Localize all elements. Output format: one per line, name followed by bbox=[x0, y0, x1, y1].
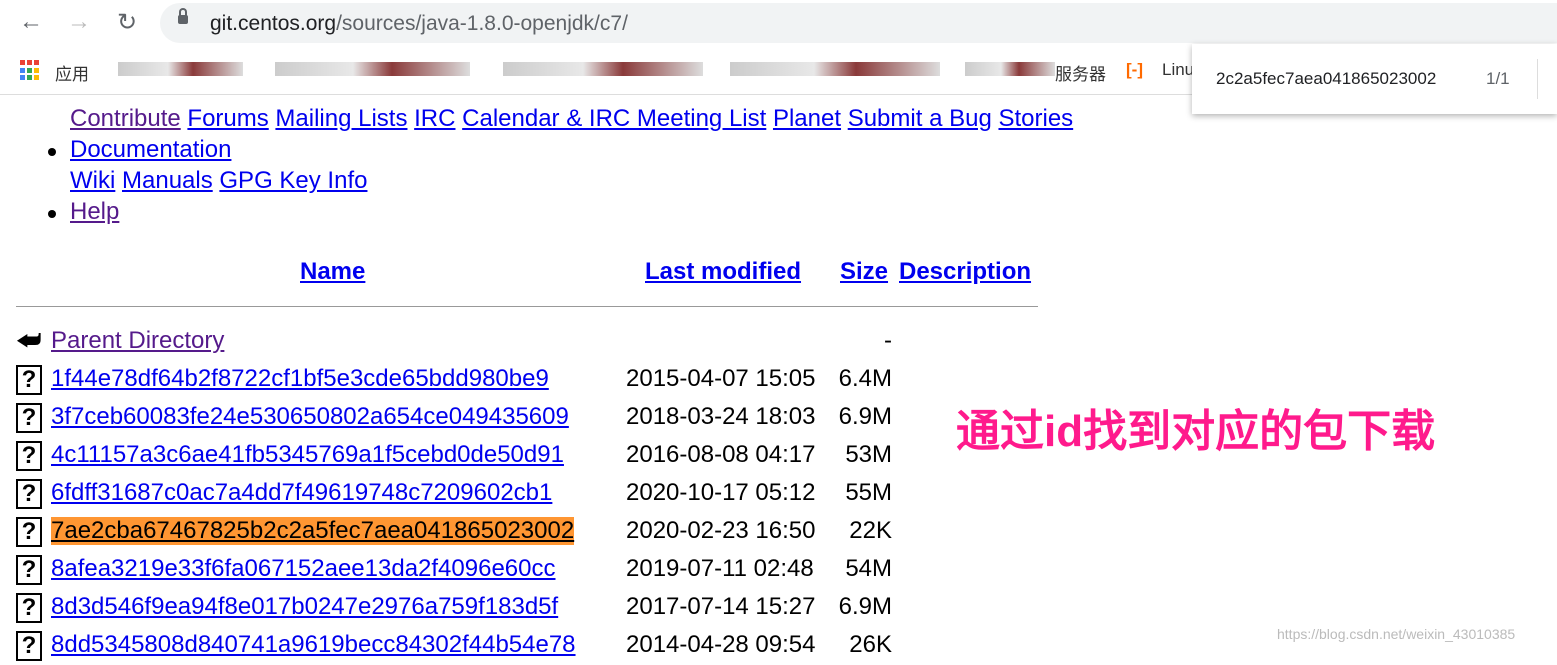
bookmark-server[interactable]: 服务器 bbox=[1055, 60, 1106, 85]
file-link[interactable]: 8dd5345808d840741a9619becc84302f44b54e78 bbox=[51, 631, 576, 659]
sort-description[interactable]: Description bbox=[899, 258, 1031, 286]
link-gpg[interactable]: GPG Key Info bbox=[219, 167, 367, 194]
divider bbox=[16, 306, 1038, 307]
back-arrow-icon: ⮨ bbox=[16, 325, 42, 357]
table-row: ? 3f7ceb60083fe24e530650802a654ce0494356… bbox=[16, 401, 896, 437]
bookmark-redacted[interactable] bbox=[730, 62, 940, 76]
size: 53M bbox=[845, 441, 892, 468]
annotation-text: 通过id找到对应的包下载 bbox=[956, 407, 1436, 456]
file-link[interactable]: 1f44e78df64b2f8722cf1bf5e3cde65bdd980be9 bbox=[51, 365, 549, 393]
parent-directory-row: ⮨ Parent Directory - bbox=[16, 325, 896, 361]
sort-name[interactable]: Name bbox=[300, 258, 365, 286]
size: 55M bbox=[845, 479, 892, 506]
browser-toolbar: ← → ↻ git.centos.org/sources/java-1.8.0-… bbox=[0, 0, 1557, 46]
file-link[interactable]: 6fdff31687c0ac7a4dd7f49619748c7209602cb1 bbox=[51, 479, 552, 507]
unknown-file-icon: ? bbox=[16, 593, 42, 623]
find-bar: 2c2a5fec7aea041865023002 1/1 bbox=[1192, 44, 1557, 114]
link-documentation[interactable]: Documentation bbox=[70, 136, 231, 163]
bullet bbox=[48, 148, 56, 156]
file-link[interactable]: 3f7ceb60083fe24e530650802a654ce049435609 bbox=[51, 403, 569, 431]
file-link[interactable]: 8d3d546f9ea94f8e017b0247e2976a759f183d5f bbox=[51, 593, 558, 621]
find-count: 1/1 bbox=[1486, 69, 1510, 88]
size: 6.4M bbox=[838, 365, 892, 392]
last-modified: 2020-02-23 16:50 bbox=[626, 517, 816, 544]
file-link[interactable]: 4c11157a3c6ae41fb5345769a1f5cebd0de50d91 bbox=[51, 441, 564, 469]
table-row: ? 7ae2cba67467825b2c2a5fec7aea0418650230… bbox=[16, 515, 896, 551]
doc-links: Wiki Manuals GPG Key Info bbox=[70, 167, 367, 195]
last-modified: 2016-08-08 04:17 bbox=[626, 441, 816, 468]
parent-directory-link[interactable]: Parent Directory bbox=[51, 327, 224, 355]
link-wiki[interactable]: Wiki bbox=[70, 167, 115, 194]
size: 6.9M bbox=[838, 593, 892, 620]
size: - bbox=[884, 327, 892, 354]
community-links: Contribute Forums Mailing Lists IRC Cale… bbox=[70, 105, 1073, 133]
link-planet[interactable]: Planet bbox=[773, 105, 841, 132]
link-submit-bug[interactable]: Submit a Bug bbox=[848, 105, 992, 132]
link-forums[interactable]: Forums bbox=[187, 105, 268, 132]
unknown-file-icon: ? bbox=[16, 403, 42, 433]
bookmark-redacted[interactable] bbox=[275, 62, 470, 76]
last-modified: 2014-04-28 09:54 bbox=[626, 631, 816, 658]
forward-icon[interactable]: → bbox=[64, 8, 94, 36]
link-help[interactable]: Help bbox=[70, 198, 119, 225]
unknown-file-icon: ? bbox=[16, 479, 42, 509]
size: 26K bbox=[849, 631, 892, 658]
table-row: ? 8afea3219e33f6fa067152aee13da2f4096e60… bbox=[16, 553, 896, 589]
sort-size[interactable]: Size bbox=[840, 258, 888, 286]
sort-last-modified[interactable]: Last modified bbox=[645, 258, 801, 286]
table-row: ? 6fdff31687c0ac7a4dd7f49619748c7209602c… bbox=[16, 477, 896, 513]
table-row: ? 1f44e78df64b2f8722cf1bf5e3cde65bdd980b… bbox=[16, 363, 896, 399]
bookmark-linux[interactable]: Linu bbox=[1162, 60, 1194, 80]
unknown-file-icon: ? bbox=[16, 555, 42, 585]
last-modified: 2018-03-24 18:03 bbox=[626, 403, 816, 430]
table-row: ? 8dd5345808d840741a9619becc84302f44b54e… bbox=[16, 629, 896, 665]
address-bar[interactable]: git.centos.org/sources/java-1.8.0-openjd… bbox=[160, 3, 1557, 43]
bookmark-redacted[interactable] bbox=[503, 62, 703, 76]
link-irc[interactable]: IRC bbox=[414, 105, 455, 132]
file-link[interactable]: 7ae2cba67467825b2c2a5fec7aea041865023002 bbox=[51, 517, 575, 545]
last-modified: 2019-07-11 02:48 bbox=[626, 555, 814, 582]
link-contribute[interactable]: Contribute bbox=[70, 105, 181, 132]
link-mailing-lists[interactable]: Mailing Lists bbox=[275, 105, 407, 132]
bookmark-redacted[interactable] bbox=[118, 62, 243, 76]
watermark: https://blog.csdn.net/weixin_43010385 bbox=[1277, 626, 1516, 642]
link-stories[interactable]: Stories bbox=[998, 105, 1073, 132]
find-input[interactable]: 2c2a5fec7aea041865023002 bbox=[1216, 69, 1436, 89]
back-icon[interactable]: ← bbox=[16, 8, 46, 36]
url-text[interactable]: git.centos.org/sources/java-1.8.0-openjd… bbox=[210, 12, 628, 36]
unknown-file-icon: ? bbox=[16, 441, 42, 471]
unknown-file-icon: ? bbox=[16, 365, 42, 395]
bookmark-redacted[interactable] bbox=[965, 62, 1055, 76]
table-row: ? 4c11157a3c6ae41fb5345769a1f5cebd0de50d… bbox=[16, 439, 896, 475]
divider bbox=[1537, 59, 1538, 99]
aliyun-icon: [-] bbox=[1126, 60, 1143, 79]
unknown-file-icon: ? bbox=[16, 631, 42, 661]
reload-icon[interactable]: ↻ bbox=[112, 8, 142, 37]
last-modified: 2017-07-14 15:27 bbox=[626, 593, 816, 620]
lock-icon bbox=[178, 8, 188, 24]
file-link[interactable]: 8afea3219e33f6fa067152aee13da2f4096e60cc bbox=[51, 555, 556, 583]
unknown-file-icon: ? bbox=[16, 517, 42, 547]
apps-icon[interactable] bbox=[20, 60, 41, 81]
table-row: ? 8d3d546f9ea94f8e017b0247e2976a759f183d… bbox=[16, 591, 896, 627]
size: 54M bbox=[845, 555, 892, 582]
bookmark-apps[interactable]: 应用 bbox=[55, 60, 89, 85]
size: 22K bbox=[849, 517, 892, 544]
size: 6.9M bbox=[838, 403, 892, 430]
link-manuals[interactable]: Manuals bbox=[122, 167, 213, 194]
bullet bbox=[48, 210, 56, 218]
link-calendar[interactable]: Calendar & IRC Meeting List bbox=[462, 105, 766, 132]
last-modified: 2015-04-07 15:05 bbox=[626, 365, 816, 392]
last-modified: 2020-10-17 05:12 bbox=[626, 479, 816, 506]
